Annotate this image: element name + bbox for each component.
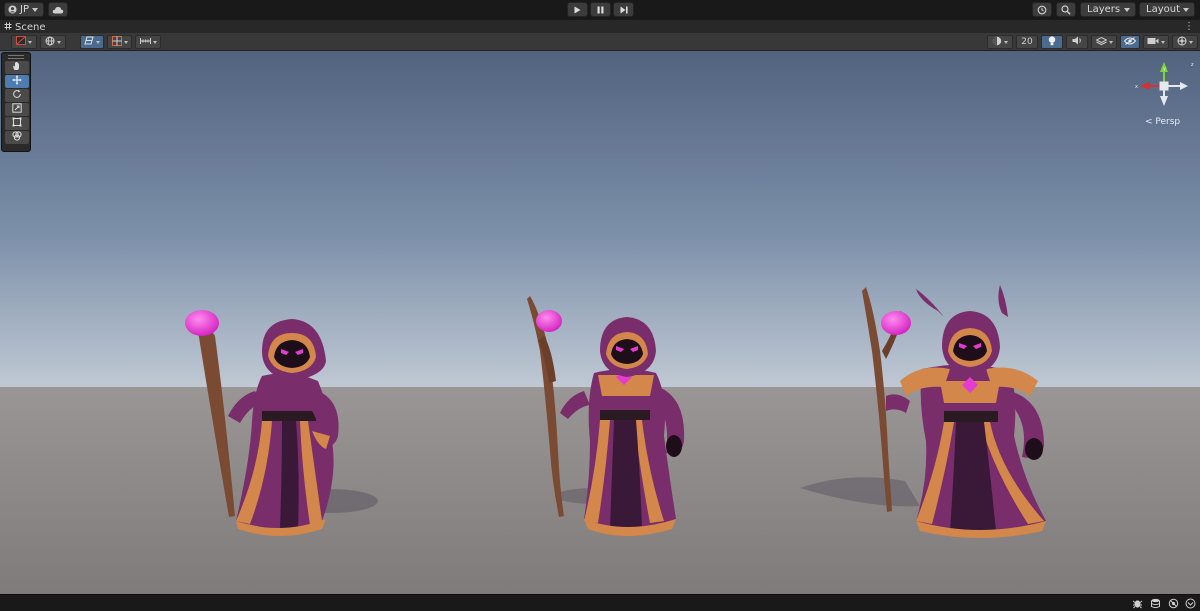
snap-dropdown[interactable] <box>107 35 132 49</box>
step-button[interactable] <box>613 2 634 17</box>
chevron-down-icon <box>96 40 100 44</box>
svg-text:x: x <box>1135 84 1138 90</box>
history-icon <box>1037 5 1047 15</box>
increment-snap-dropdown[interactable] <box>135 35 161 49</box>
main-toolbar: JP Layers Layout <box>0 0 1200 19</box>
chevron-down-icon <box>57 40 61 44</box>
shading-dropdown[interactable] <box>987 35 1013 49</box>
sphere-icon <box>992 36 1002 49</box>
account-icon <box>8 5 17 14</box>
pause-icon <box>597 6 604 14</box>
chevron-down-icon <box>1124 7 1130 12</box>
snap-icon <box>111 35 122 49</box>
rotate-tool-button[interactable] <box>5 89 29 102</box>
cloud-button[interactable] <box>48 2 68 17</box>
undo-history-button[interactable] <box>1032 2 1052 17</box>
projection-toggle[interactable]: < Persp <box>1145 117 1180 127</box>
status-bar <box>0 594 1200 611</box>
scene-render <box>0 51 1200 594</box>
cloud-icon <box>52 6 64 14</box>
chevron-down-icon <box>1004 40 1008 44</box>
chevron-down-icon <box>28 40 32 44</box>
rect-tool-icon <box>12 117 22 130</box>
cache-server-icon[interactable] <box>1149 598 1161 609</box>
tab-scene[interactable]: Scene <box>4 20 46 34</box>
gizmos-dropdown[interactable] <box>1172 35 1198 49</box>
rect-tool-button[interactable] <box>5 117 29 130</box>
hand-tool-icon <box>12 61 22 74</box>
camera-settings-dropdown[interactable] <box>1143 35 1169 49</box>
gizmo-center-cube[interactable] <box>1159 81 1169 91</box>
search-icon <box>1061 4 1071 15</box>
tool-palette <box>1 52 31 152</box>
scene-visibility-button[interactable] <box>1120 35 1140 49</box>
shaded-mode-icon <box>16 36 26 48</box>
svg-text:z: z <box>1191 62 1194 68</box>
move-tool-button[interactable] <box>5 75 29 88</box>
2d-label: 20 <box>1021 37 1033 47</box>
svg-text:y: y <box>1163 66 1166 72</box>
ruler-icon <box>139 37 151 48</box>
camera-icon <box>1147 37 1159 48</box>
chevron-down-icon <box>1189 40 1193 44</box>
transform-tool-icon <box>12 131 22 144</box>
notifications-icon[interactable] <box>1184 598 1196 609</box>
scene-tab-label: Scene <box>15 21 46 33</box>
2d-toggle-button[interactable]: 20 <box>1016 35 1038 49</box>
gizmo-x-axis-cone[interactable] <box>1140 82 1150 90</box>
chevron-down-icon <box>152 40 157 44</box>
lighting-toggle-button[interactable] <box>1041 35 1063 49</box>
audio-icon <box>1072 36 1083 48</box>
more-options-icon[interactable]: ⋮ <box>1184 21 1194 33</box>
draw-mode-dropdown[interactable] <box>11 35 37 49</box>
layout-dropdown[interactable]: Layout <box>1139 2 1195 17</box>
palette-drag-handle[interactable] <box>8 55 24 59</box>
search-button[interactable] <box>1056 2 1076 17</box>
effects-dropdown[interactable] <box>1091 35 1117 49</box>
pause-button[interactable] <box>590 2 611 17</box>
chevron-down-icon <box>123 40 128 44</box>
scale-tool-button[interactable] <box>5 103 29 116</box>
grid-icon <box>4 22 12 33</box>
play-button[interactable] <box>567 2 588 17</box>
chevron-down-icon <box>31 7 38 12</box>
account-dropdown[interactable]: JP <box>4 2 44 17</box>
scene-view-toolbar: 20 <box>0 33 1200 51</box>
play-icon <box>574 6 581 14</box>
gizmo-neg-y-cone[interactable] <box>1160 96 1168 106</box>
chevron-down-icon <box>1108 40 1113 44</box>
debug-icon[interactable] <box>1131 598 1143 609</box>
rotate-tool-icon <box>12 89 22 102</box>
globe-icon <box>45 36 55 49</box>
scene-viewport[interactable] <box>0 51 1200 594</box>
step-icon <box>620 6 628 14</box>
grid-toggle-dropdown[interactable] <box>80 35 104 49</box>
audio-toggle-button[interactable] <box>1066 35 1088 49</box>
account-label: JP <box>20 4 29 15</box>
effects-icon <box>1094 36 1108 48</box>
auto-generate-lighting-icon[interactable] <box>1167 598 1179 609</box>
transform-tool-button[interactable] <box>5 131 29 144</box>
chevron-down-icon <box>1183 7 1189 12</box>
scale-tool-icon <box>12 103 22 116</box>
scene-tab-bar: Scene ⋮ <box>0 19 1200 33</box>
move-tool-icon <box>12 75 22 88</box>
gizmo-neg-x-cone[interactable] <box>1180 82 1188 90</box>
gizmos-icon <box>1177 36 1187 49</box>
layers-label: Layers <box>1087 4 1121 15</box>
render-mode-dropdown[interactable] <box>40 35 66 49</box>
visibility-icon <box>1123 36 1137 48</box>
lighting-icon <box>1048 35 1056 49</box>
layout-label: Layout <box>1146 4 1180 15</box>
layers-dropdown[interactable]: Layers <box>1080 2 1136 17</box>
chevron-down-icon <box>1161 40 1165 44</box>
hand-tool-button[interactable] <box>5 61 29 74</box>
grid-plane-icon <box>84 36 94 48</box>
